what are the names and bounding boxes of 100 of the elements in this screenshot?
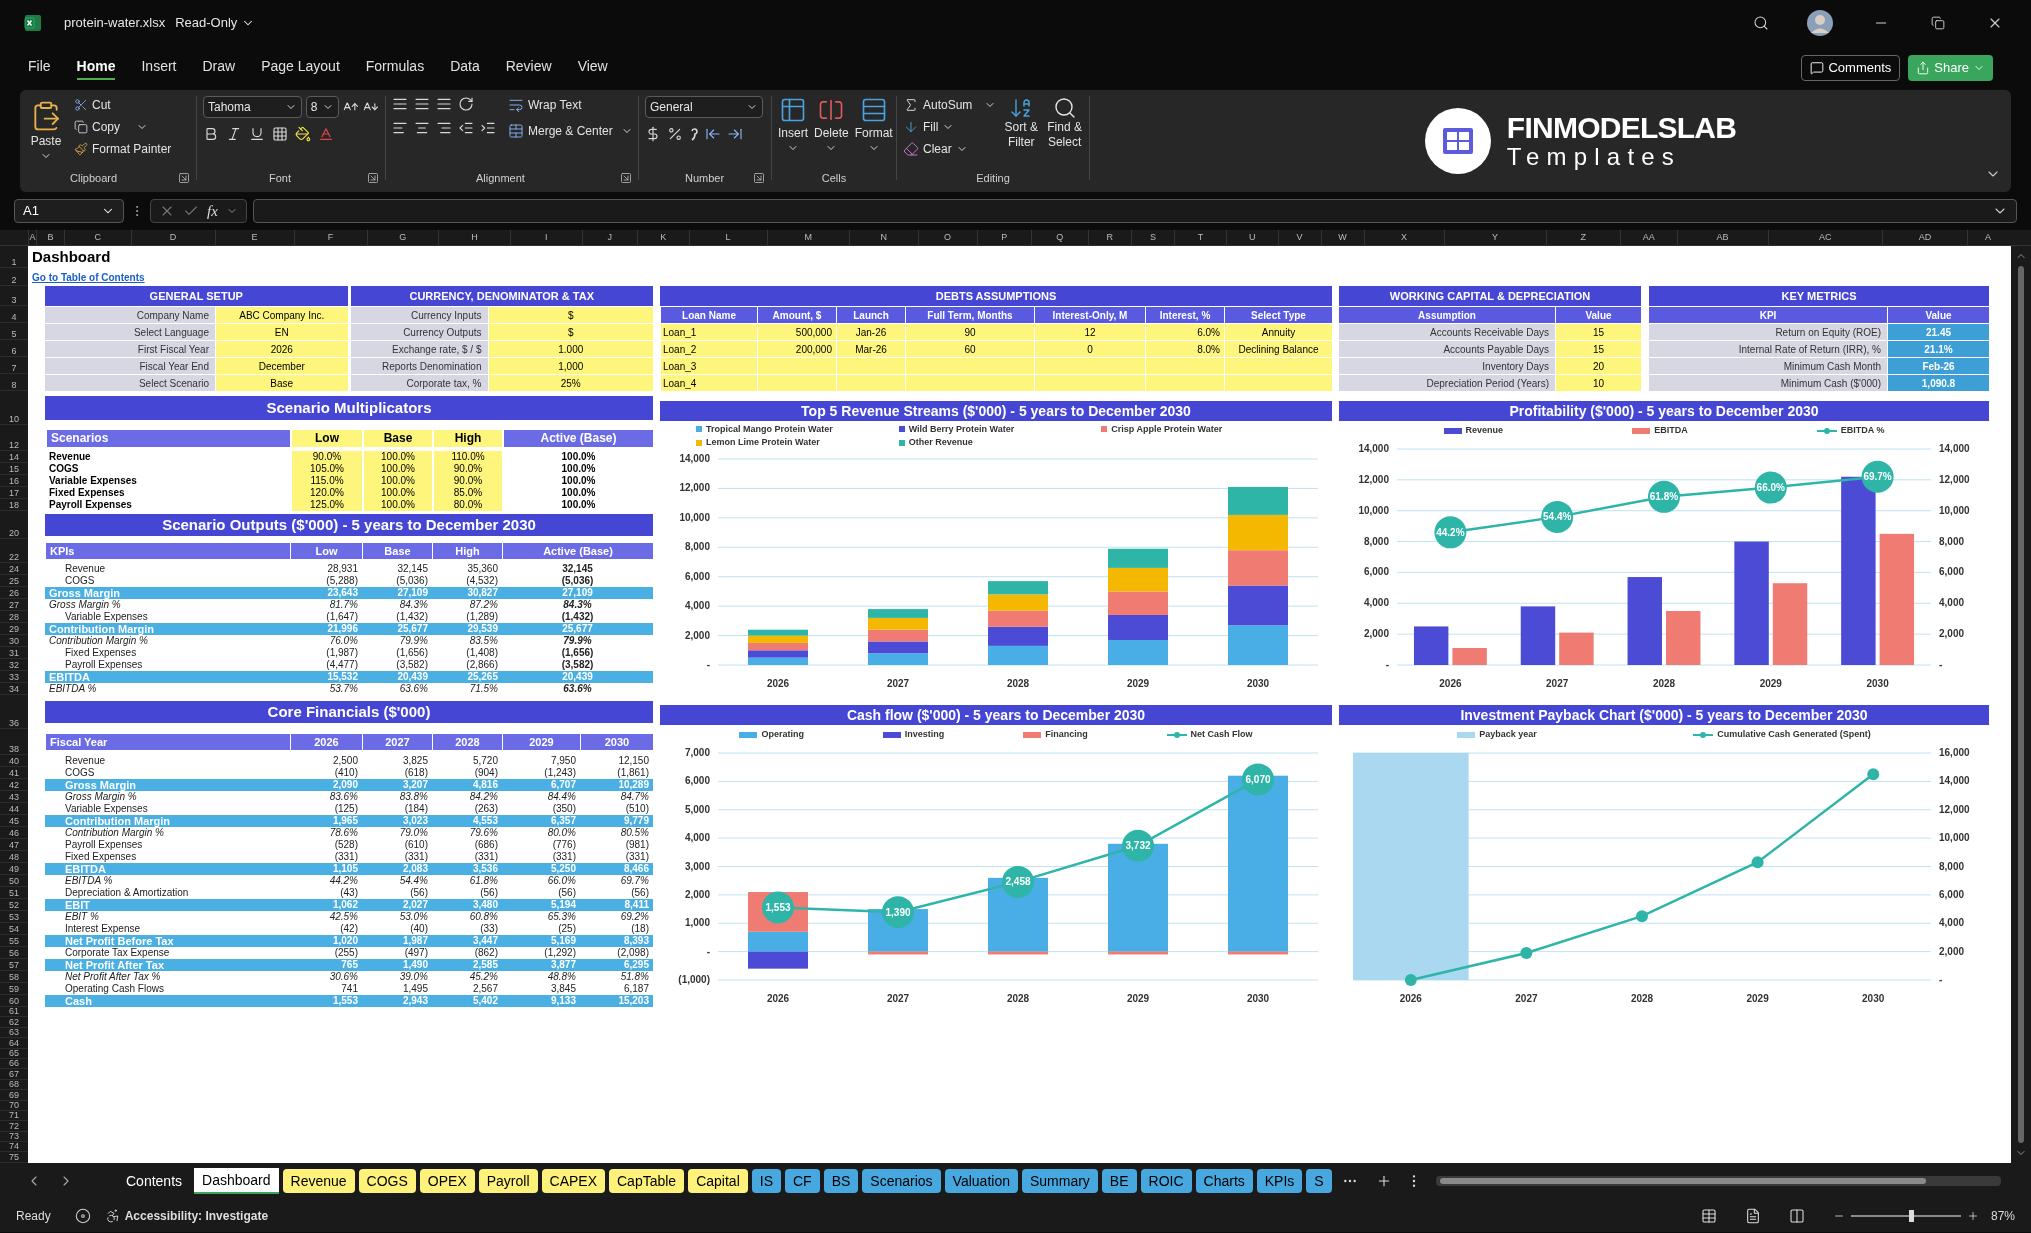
- column-header[interactable]: AD: [1918, 230, 1932, 245]
- decrease-decimal-icon[interactable]: [727, 126, 743, 142]
- insert-function-button[interactable]: fx: [207, 199, 218, 223]
- menu-tab[interactable]: Draw: [202, 56, 236, 80]
- row-header[interactable]: 52: [9, 900, 19, 910]
- row-header[interactable]: 49: [9, 864, 19, 874]
- row-header[interactable]: 18: [9, 500, 19, 510]
- read-only-dropdown[interactable]: Read-Only: [175, 13, 256, 33]
- column-header[interactable]: D: [169, 230, 177, 245]
- row-header[interactable]: 45: [9, 816, 19, 826]
- row-header[interactable]: 42: [9, 780, 19, 790]
- row-header[interactable]: 68: [9, 1079, 19, 1090]
- page-break-view-icon[interactable]: [1788, 1207, 1805, 1224]
- sheet-tab[interactable]: Contents: [118, 1169, 191, 1193]
- row-header[interactable]: 50: [9, 876, 19, 886]
- sheet-tab[interactable]: CF: [785, 1169, 820, 1193]
- align-right-icon[interactable]: [436, 120, 452, 136]
- normal-view-icon[interactable]: [1700, 1207, 1717, 1224]
- restore-icon[interactable]: [1931, 16, 1945, 30]
- decrease-indent-icon[interactable]: [458, 120, 474, 136]
- sheet-tab[interactable]: Valuation: [944, 1169, 1018, 1193]
- row-header[interactable]: 55: [9, 936, 19, 946]
- align-top-icon[interactable]: [392, 96, 408, 112]
- orientation-icon[interactable]: [458, 96, 474, 112]
- row-header[interactable]: 70: [9, 1099, 19, 1110]
- sheet-tab[interactable]: Scenarios: [862, 1169, 941, 1193]
- formula-input[interactable]: [252, 199, 2017, 223]
- row-header[interactable]: 36: [9, 718, 19, 728]
- row-header[interactable]: 5: [11, 329, 17, 339]
- row-header[interactable]: 51: [9, 888, 19, 898]
- sheet-tab[interactable]: KPIs: [1256, 1169, 1303, 1193]
- column-header[interactable]: S: [1150, 230, 1156, 245]
- row-header[interactable]: 65: [9, 1047, 19, 1058]
- increase-indent-icon[interactable]: [480, 120, 496, 136]
- menu-tab[interactable]: Data: [450, 56, 480, 80]
- font-family-select[interactable]: Tahoma: [203, 96, 302, 118]
- sheet-tab[interactable]: BE: [1101, 1169, 1137, 1193]
- column-header[interactable]: Z: [1580, 230, 1586, 245]
- accessibility-button[interactable]: Accessibility: Investigate: [104, 1206, 269, 1225]
- menu-tab[interactable]: File: [28, 56, 51, 80]
- row-header[interactable]: 72: [9, 1120, 19, 1131]
- merge-center-button[interactable]: Merge & Center: [508, 122, 633, 140]
- autosum-button[interactable]: AutoSum: [903, 96, 997, 114]
- column-header[interactable]: AB: [1716, 230, 1729, 245]
- currency-icon[interactable]: [645, 126, 661, 142]
- underline-icon[interactable]: [249, 126, 265, 142]
- percent-icon[interactable]: [667, 126, 683, 142]
- row-header[interactable]: 32: [9, 660, 19, 670]
- font-size-select[interactable]: 8: [305, 96, 340, 118]
- row-header[interactable]: 60: [9, 996, 19, 1006]
- row-header[interactable]: 10: [9, 414, 19, 424]
- row-header[interactable]: 48: [9, 852, 19, 862]
- row-header[interactable]: 6: [11, 346, 17, 356]
- row-header[interactable]: 41: [9, 768, 19, 778]
- row-header[interactable]: 67: [9, 1068, 19, 1079]
- column-header[interactable]: E: [251, 230, 258, 245]
- row-header[interactable]: 2: [11, 275, 17, 285]
- number-format-select[interactable]: General: [645, 96, 763, 118]
- row-header[interactable]: 20: [9, 528, 19, 538]
- align-center-icon[interactable]: [414, 120, 430, 136]
- row-header[interactable]: 44: [9, 804, 19, 814]
- format-painter-button[interactable]: Format Painter: [74, 140, 172, 158]
- row-header[interactable]: 29: [9, 624, 19, 634]
- search-icon[interactable]: [1753, 15, 1769, 31]
- column-header[interactable]: A: [29, 230, 36, 245]
- row-header[interactable]: 62: [9, 1016, 19, 1027]
- column-header[interactable]: W: [1338, 230, 1347, 245]
- column-header[interactable]: X: [1401, 230, 1407, 245]
- sheet-tab[interactable]: Revenue: [282, 1169, 355, 1193]
- row-header[interactable]: 12: [9, 440, 19, 450]
- row-header[interactable]: 8: [11, 380, 17, 390]
- italic-icon[interactable]: [226, 126, 242, 142]
- column-header[interactable]: AA: [1642, 230, 1655, 245]
- row-header[interactable]: 63: [9, 1027, 19, 1038]
- dialog-launcher-icon[interactable]: [178, 171, 190, 184]
- column-header[interactable]: C: [94, 230, 101, 245]
- row-header[interactable]: 71: [9, 1110, 19, 1121]
- fill-color-icon[interactable]: [295, 126, 311, 142]
- bold-icon[interactable]: [203, 126, 219, 142]
- row-header[interactable]: 53: [9, 912, 19, 922]
- row-header[interactable]: 4: [11, 312, 17, 322]
- row-header[interactable]: 69: [9, 1089, 19, 1100]
- column-header[interactable]: M: [804, 230, 812, 245]
- row-header[interactable]: 40: [9, 756, 19, 766]
- sheet-tab[interactable]: CapTable: [609, 1169, 685, 1193]
- fill-button[interactable]: Fill: [903, 118, 997, 136]
- row-header[interactable]: 7: [11, 363, 17, 373]
- row-header[interactable]: 54: [9, 924, 19, 934]
- sheet-tab[interactable]: Capital: [688, 1169, 748, 1193]
- wrap-text-button[interactable]: Wrap Text: [508, 96, 633, 114]
- row-header[interactable]: 75: [9, 1151, 19, 1162]
- sheet-tab[interactable]: Payroll: [478, 1169, 538, 1193]
- row-header[interactable]: 27: [9, 600, 19, 610]
- column-header[interactable]: A: [1985, 230, 1991, 245]
- row-header[interactable]: 74: [9, 1141, 19, 1152]
- row-header[interactable]: 31: [9, 648, 19, 658]
- column-header[interactable]: J: [607, 230, 612, 245]
- row-header[interactable]: 38: [9, 744, 19, 754]
- column-header[interactable]: N: [880, 230, 887, 245]
- align-bottom-icon[interactable]: [436, 96, 452, 112]
